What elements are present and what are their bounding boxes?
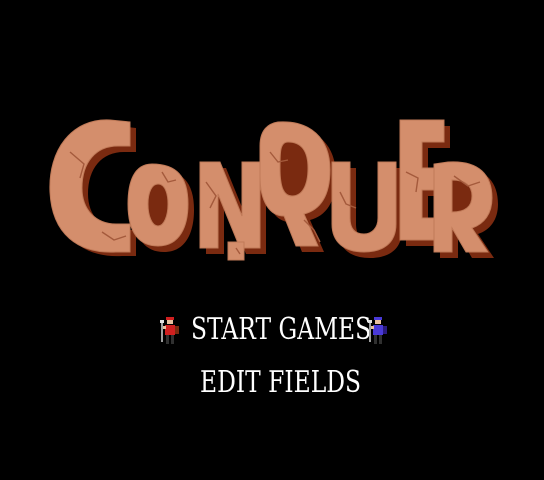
start-games-option[interactable]: START GAMES — [191, 312, 371, 348]
edit-fields-option[interactable]: EDIT FIELDS — [200, 365, 361, 401]
blue-knight-icon — [368, 317, 387, 344]
red-knight-icon — [160, 317, 179, 344]
title-screen: START GAMES EDIT FIELDS — [0, 0, 544, 480]
conqueror-logo — [49, 119, 498, 261]
